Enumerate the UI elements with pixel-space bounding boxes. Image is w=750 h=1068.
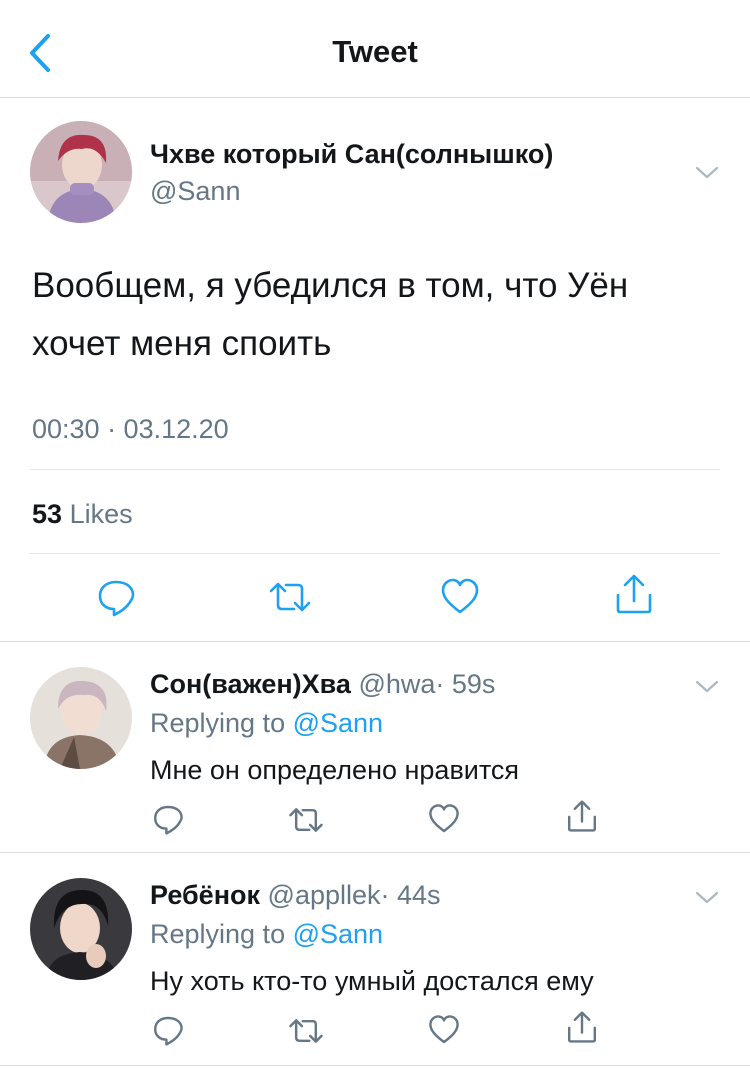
reply-tweet[interactable]: Сон(важен)Хва @hwa· 59s Replying to @San… bbox=[0, 643, 750, 853]
retweet-icon bbox=[289, 808, 323, 832]
reply-time: · 44s bbox=[380, 880, 441, 910]
share-icon bbox=[568, 800, 596, 832]
tweet-text-line: хочет меня споить bbox=[32, 324, 332, 363]
tweet-menu-button[interactable] bbox=[692, 886, 722, 908]
replying-to: Replying to @Sann bbox=[150, 708, 383, 739]
replying-to-label: Replying to bbox=[150, 708, 286, 738]
reply-icon bbox=[98, 580, 135, 617]
heart-icon bbox=[429, 1015, 459, 1044]
reply-button[interactable] bbox=[152, 1014, 184, 1046]
reply-author-name[interactable]: Ребёнок bbox=[150, 880, 260, 910]
tweet-text: Вообщем, я убедился в том, что Уён хочет… bbox=[32, 257, 732, 373]
main-tweet: Чхве который Сан(солнышко) @Sann Вообщем… bbox=[0, 99, 750, 642]
top-bar: Tweet bbox=[0, 0, 750, 98]
share-icon bbox=[616, 574, 652, 614]
retweet-button[interactable] bbox=[288, 1016, 324, 1046]
like-button[interactable] bbox=[440, 577, 480, 617]
reply-icon bbox=[154, 1016, 183, 1046]
tweet-menu-button[interactable] bbox=[692, 161, 722, 183]
tweet-menu-button[interactable] bbox=[692, 675, 722, 697]
reply-text: Мне он определено нравится bbox=[150, 755, 520, 785]
avatar[interactable] bbox=[30, 121, 132, 223]
reply-author-handle[interactable]: @hwa bbox=[358, 669, 435, 699]
reply-button[interactable] bbox=[96, 577, 136, 617]
reply-author-handle[interactable]: @appllek bbox=[268, 880, 381, 910]
author-handle[interactable]: @Sann bbox=[150, 176, 240, 207]
divider bbox=[30, 469, 720, 470]
reply-icon bbox=[154, 805, 183, 835]
reply-header: Ребёнок @appllek· 44s bbox=[150, 880, 441, 911]
replying-to: Replying to @Sann bbox=[150, 919, 383, 950]
likes-label: Likes bbox=[69, 499, 133, 529]
avatar[interactable] bbox=[30, 667, 132, 769]
divider bbox=[30, 553, 720, 554]
reply-header: Сон(важен)Хва @hwa· 59s bbox=[150, 669, 495, 700]
likes-count: 53 bbox=[32, 499, 63, 529]
share-button[interactable] bbox=[614, 573, 654, 615]
likes-stat[interactable]: 53 Likes bbox=[32, 499, 133, 530]
author-name[interactable]: Чхве который Сан(солнышко) bbox=[150, 139, 553, 170]
chevron-down-icon bbox=[695, 891, 719, 904]
share-button[interactable] bbox=[566, 799, 598, 833]
avatar[interactable] bbox=[30, 878, 132, 980]
tweet-timestamp: 00:30 · 03.12.20 bbox=[32, 414, 229, 444]
heart-icon bbox=[441, 578, 479, 614]
tweet-text-line: Вообщем, я убедился в том, что Уён bbox=[32, 266, 629, 305]
share-icon bbox=[568, 1011, 596, 1043]
like-button[interactable] bbox=[428, 1014, 460, 1046]
retweet-button[interactable] bbox=[288, 805, 324, 835]
reply-author-name[interactable]: Сон(важен)Хва bbox=[150, 669, 351, 699]
like-button[interactable] bbox=[428, 803, 460, 835]
reply-text: Ну хоть кто-то умный достался ему bbox=[150, 966, 594, 996]
reply-button[interactable] bbox=[152, 803, 184, 835]
chevron-down-icon bbox=[695, 680, 719, 693]
chevron-down-icon bbox=[695, 166, 719, 179]
heart-icon bbox=[429, 804, 459, 833]
reply-tweet[interactable]: Ребёнок @appllek· 44s Replying to @Sann … bbox=[0, 854, 750, 1066]
share-button[interactable] bbox=[566, 1010, 598, 1044]
retweet-button[interactable] bbox=[268, 579, 312, 615]
retweet-icon bbox=[269, 582, 311, 612]
replying-to-mention[interactable]: @Sann bbox=[293, 708, 383, 738]
replying-to-label: Replying to bbox=[150, 919, 286, 949]
replying-to-mention[interactable]: @Sann bbox=[293, 919, 383, 949]
reply-time: · 59s bbox=[435, 669, 496, 699]
retweet-icon bbox=[289, 1019, 323, 1043]
page-title: Tweet bbox=[332, 34, 418, 69]
